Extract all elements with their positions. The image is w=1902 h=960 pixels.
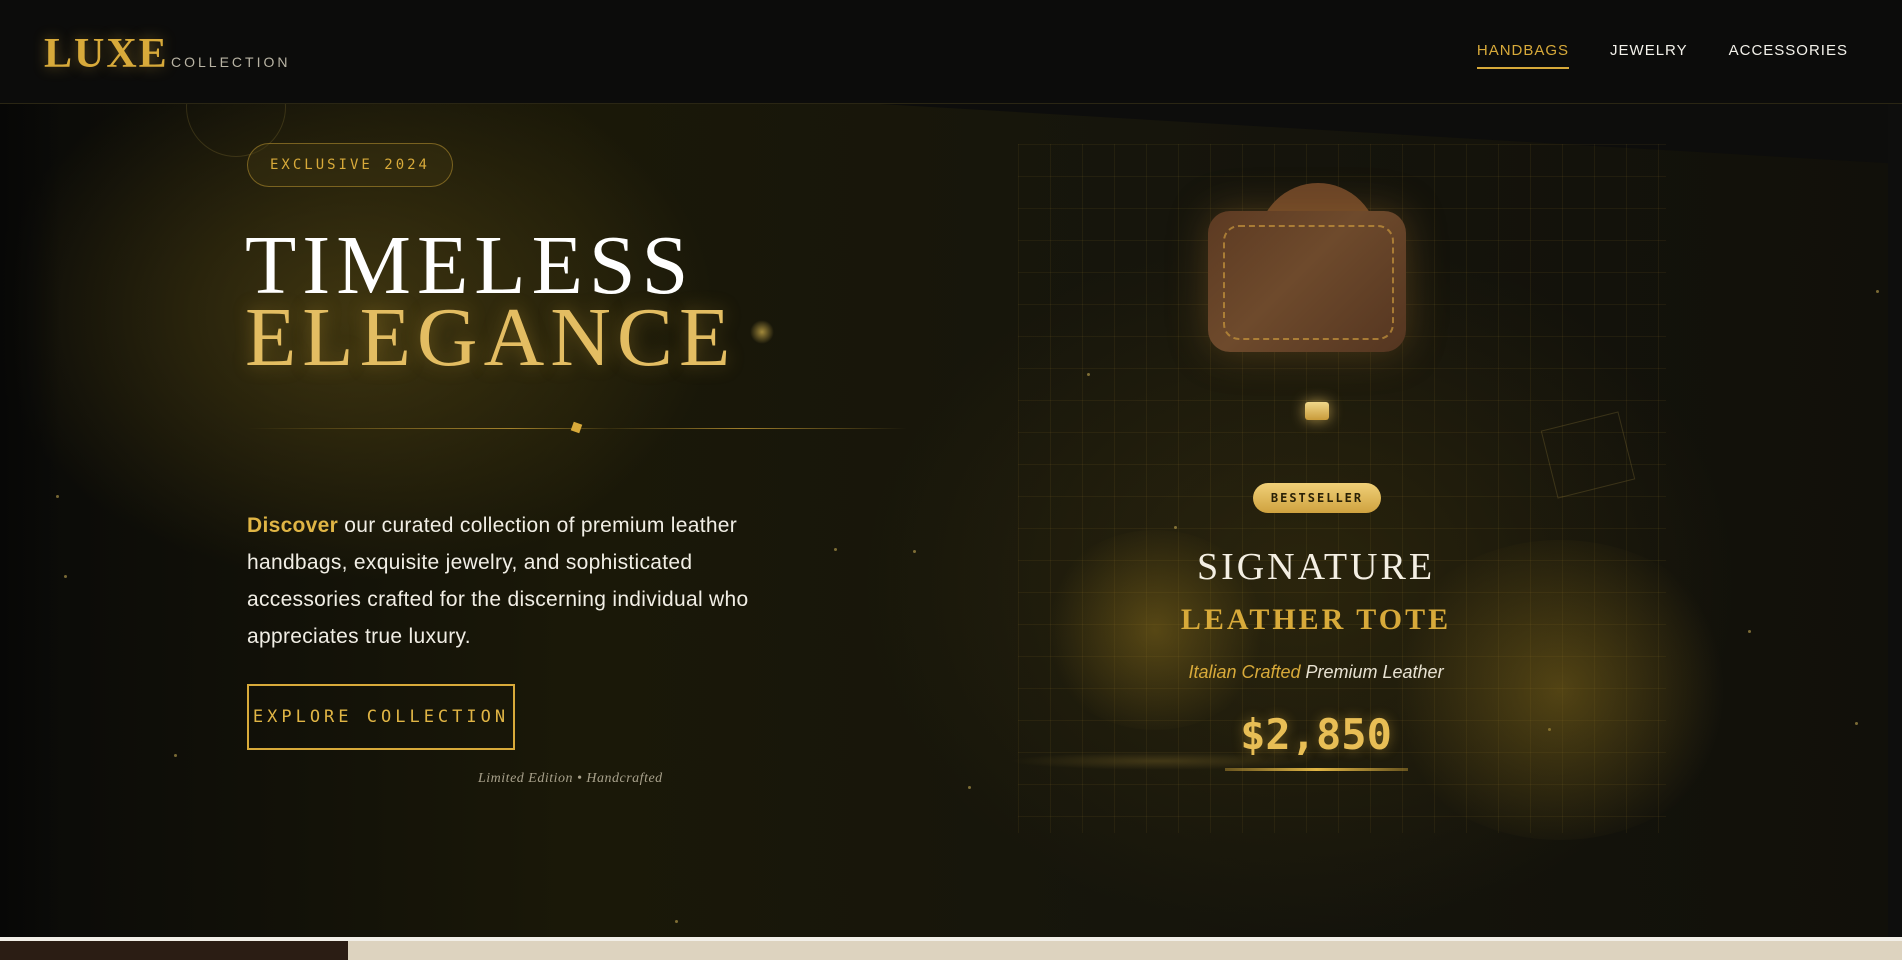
description-highlight: Discover bbox=[247, 514, 339, 537]
sparkle-dot bbox=[1855, 722, 1858, 725]
explore-collection-button[interactable]: EXPLORE COLLECTION bbox=[247, 684, 515, 750]
product-title-line2: LEATHER TOTE bbox=[1180, 603, 1452, 636]
brand-subtitle: COLLECTION bbox=[171, 54, 291, 70]
sparkle-dot bbox=[56, 495, 59, 498]
price-underline bbox=[1225, 768, 1408, 771]
site-header: LUXE COLLECTION HANDBAGS JEWELRY ACCESSO… bbox=[0, 0, 1902, 104]
product-subtitle-highlight: Italian Crafted bbox=[1188, 662, 1301, 682]
main-nav: HANDBAGS JEWELRY ACCESSORIES bbox=[1476, 42, 1848, 69]
sparkle-dot bbox=[174, 754, 177, 757]
sparkle-dot bbox=[913, 550, 916, 553]
bestseller-badge: BESTSELLER bbox=[1253, 483, 1381, 513]
brand-logo[interactable]: LUXE bbox=[44, 30, 169, 78]
right-edge-strip bbox=[1888, 104, 1902, 937]
sparkle-dot bbox=[64, 575, 67, 578]
hero-description: Discover our curated collection of premi… bbox=[247, 507, 807, 655]
sparkle-dot bbox=[1876, 290, 1879, 293]
hero-title-line2: ELEGANCE bbox=[245, 291, 737, 384]
product-subtitle-text: Premium Leather bbox=[1300, 662, 1444, 682]
sparkle-dot bbox=[675, 920, 678, 923]
glow-orb bbox=[750, 320, 774, 344]
nav-item-accessories[interactable]: ACCESSORIES bbox=[1729, 42, 1848, 69]
limited-edition-note: Limited Edition • Handcrafted bbox=[478, 771, 663, 786]
sparkle-dot bbox=[1748, 630, 1751, 633]
sparkle-dot bbox=[968, 786, 971, 789]
nav-item-jewelry[interactable]: JEWELRY bbox=[1610, 42, 1688, 69]
bag-tag-icon bbox=[1305, 402, 1329, 420]
hero-left-shade bbox=[0, 104, 60, 937]
next-section-preview-light bbox=[348, 941, 1902, 960]
sparkle-dot bbox=[834, 548, 837, 551]
exclusive-badge: EXCLUSIVE 2024 bbox=[247, 143, 453, 187]
product-subtitle: Italian Crafted Premium Leather bbox=[1068, 662, 1564, 683]
product-title-line1: SIGNATURE bbox=[1196, 546, 1436, 588]
bag-stitching bbox=[1223, 225, 1394, 340]
nav-item-handbags[interactable]: HANDBAGS bbox=[1476, 42, 1570, 69]
next-section-preview-dark bbox=[0, 941, 348, 960]
product-price: $2,850 bbox=[1240, 710, 1392, 759]
